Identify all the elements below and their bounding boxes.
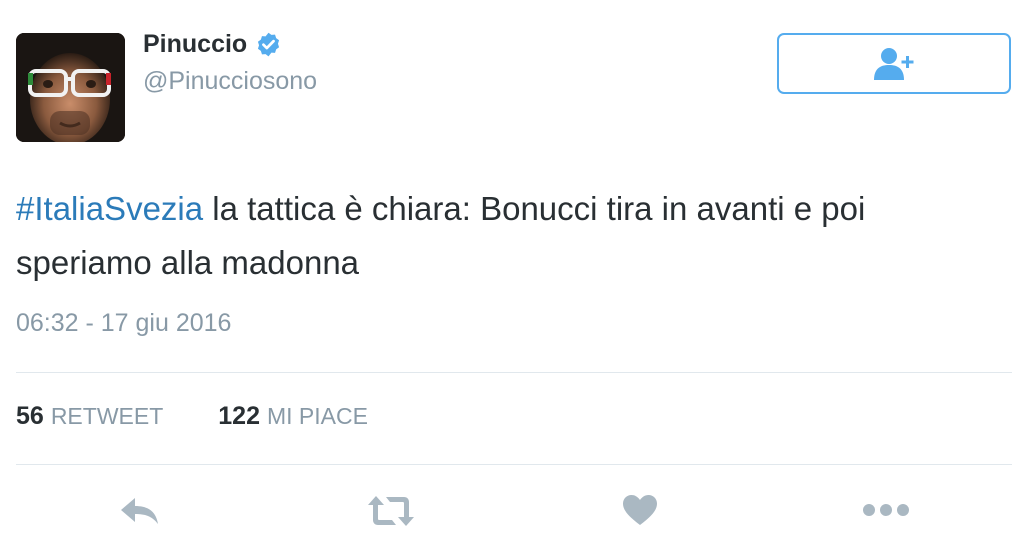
display-name-row[interactable]: Pinuccio [143,30,282,59]
heart-icon [623,495,657,525]
likes-label: MI PIACE [266,403,368,429]
avatar[interactable] [16,33,125,142]
likes-count: 122 [218,402,260,430]
tweet-timestamp[interactable]: 06:32 - 17 giu 2016 [16,309,231,338]
retweet-icon [368,496,414,526]
more-icon [863,504,909,516]
like-button[interactable] [621,492,659,528]
user-handle[interactable]: @Pinucciosono [143,67,317,96]
likes-stat[interactable]: 122 MI PIACE [218,402,368,431]
display-name[interactable]: Pinuccio [143,30,247,59]
retweet-button[interactable] [366,494,416,528]
retweets-stat[interactable]: 56 RETWEET [16,402,163,431]
tweet-text: #ItaliaSvezia la tattica è chiara: Bonuc… [16,182,1006,290]
add-user-icon [874,47,914,80]
divider [16,372,1012,373]
follow-button[interactable] [777,33,1011,94]
retweets-label: RETWEET [50,403,164,429]
reply-icon [121,498,158,524]
hashtag-link[interactable]: #ItaliaSvezia [16,190,203,227]
action-bar [0,488,1024,532]
divider [16,464,1012,465]
tweet-stats: 56 RETWEET 122 MI PIACE [16,402,368,431]
reply-button[interactable] [118,496,162,526]
more-button[interactable] [862,500,910,520]
verified-badge-icon [258,32,280,57]
retweets-count: 56 [16,402,44,430]
avatar-image [16,33,125,142]
